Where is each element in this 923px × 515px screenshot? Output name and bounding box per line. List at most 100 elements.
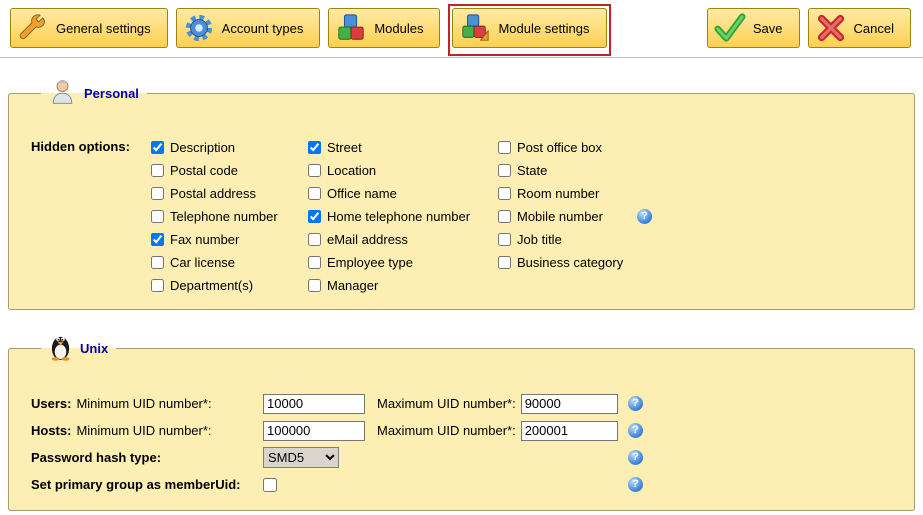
- option-checkbox[interactable]: [498, 187, 511, 200]
- option-checkbox[interactable]: [151, 279, 164, 292]
- option-label: Department(s): [170, 278, 253, 293]
- option-checkbox[interactable]: [151, 187, 164, 200]
- wrench-icon: [17, 12, 49, 44]
- hosts-max-uid-label: Maximum UID number*:: [377, 423, 516, 438]
- checkbox-item[interactable]: Description: [151, 136, 308, 159]
- hidden-options-column-3: Post office box State Room number Mobile…: [498, 136, 652, 297]
- option-checkbox[interactable]: [498, 210, 511, 223]
- checkbox-item[interactable]: Telephone number: [151, 205, 308, 228]
- option-checkbox[interactable]: [498, 141, 511, 154]
- hidden-options-row: Hidden options: Description Postal code …: [31, 122, 894, 297]
- option-checkbox[interactable]: [308, 210, 321, 223]
- modules-button[interactable]: Modules: [328, 8, 440, 48]
- option-label: State: [517, 163, 547, 178]
- option-checkbox[interactable]: [498, 233, 511, 246]
- password-hash-label: Password hash type:: [31, 450, 161, 465]
- option-label: Employee type: [327, 255, 413, 270]
- general-settings-label: General settings: [56, 21, 151, 36]
- checkbox-item[interactable]: Street: [308, 136, 498, 159]
- option-label: Office name: [327, 186, 397, 201]
- help-icon[interactable]: ?: [628, 423, 643, 438]
- option-label: Manager: [327, 278, 378, 293]
- option-checkbox[interactable]: [151, 210, 164, 223]
- personal-section-title: Personal: [84, 86, 139, 101]
- member-uid-lead: Set primary group as memberUid:: [31, 477, 263, 492]
- option-label: Telephone number: [170, 209, 278, 224]
- member-uid-row: Set primary group as memberUid: ?: [31, 471, 643, 498]
- checkbox-item[interactable]: Business category: [498, 251, 652, 274]
- hosts-max-uid-input[interactable]: [521, 421, 618, 441]
- password-hash-lead: Password hash type:: [31, 450, 263, 465]
- option-checkbox[interactable]: [308, 141, 321, 154]
- password-hash-select[interactable]: SMD5: [263, 447, 339, 468]
- users-label: Users:: [31, 396, 71, 411]
- personal-section-legend: Personal: [41, 78, 147, 108]
- penguin-icon: [49, 332, 72, 364]
- unix-section-legend: Unix: [41, 332, 116, 364]
- option-label: Location: [327, 163, 376, 178]
- checkbox-item[interactable]: Mobile number ?: [498, 205, 652, 228]
- checkbox-item[interactable]: eMail address: [308, 228, 498, 251]
- option-checkbox[interactable]: [308, 233, 321, 246]
- users-max-uid-input[interactable]: [521, 394, 618, 414]
- member-uid-label: Set primary group as memberUid:: [31, 477, 241, 492]
- option-checkbox[interactable]: [151, 141, 164, 154]
- option-checkbox[interactable]: [151, 233, 164, 246]
- cubes-icon: [335, 12, 367, 44]
- checkbox-item[interactable]: Car license: [151, 251, 308, 274]
- option-label: Postal code: [170, 163, 238, 178]
- save-label: Save: [753, 21, 783, 36]
- cubes-settings-icon: [459, 12, 491, 44]
- account-types-label: Account types: [222, 21, 304, 36]
- checkmark-icon: [714, 12, 746, 44]
- option-label: Business category: [517, 255, 623, 270]
- cross-icon: [815, 12, 847, 44]
- users-uid-row: Users:Minimum UID number*: Maximum UID n…: [31, 390, 643, 417]
- help-icon[interactable]: ?: [628, 450, 643, 465]
- checkbox-item[interactable]: Job title: [498, 228, 652, 251]
- member-uid-checkbox[interactable]: [263, 478, 277, 492]
- modules-label: Modules: [374, 21, 423, 36]
- option-checkbox[interactable]: [308, 164, 321, 177]
- option-checkbox[interactable]: [498, 256, 511, 269]
- checkbox-item[interactable]: Employee type: [308, 251, 498, 274]
- checkbox-item[interactable]: Office name: [308, 182, 498, 205]
- hosts-uid-lead: Hosts:Minimum UID number*:: [31, 423, 263, 438]
- help-icon[interactable]: ?: [628, 477, 643, 492]
- option-checkbox[interactable]: [151, 256, 164, 269]
- option-checkbox[interactable]: [151, 164, 164, 177]
- checkbox-item[interactable]: Postal address: [151, 182, 308, 205]
- cancel-button[interactable]: Cancel: [808, 8, 911, 48]
- account-types-button[interactable]: Account types: [176, 8, 321, 48]
- option-label: eMail address: [327, 232, 408, 247]
- option-checkbox[interactable]: [308, 187, 321, 200]
- option-label: Car license: [170, 255, 235, 270]
- checkbox-item[interactable]: Home telephone number: [308, 205, 498, 228]
- users-min-uid-input[interactable]: [263, 394, 365, 414]
- save-button[interactable]: Save: [707, 8, 800, 48]
- option-label: Home telephone number: [327, 209, 470, 224]
- option-label: Room number: [517, 186, 599, 201]
- checkbox-item[interactable]: Fax number: [151, 228, 308, 251]
- unix-section-title: Unix: [80, 341, 108, 356]
- checkbox-item[interactable]: Post office box: [498, 136, 652, 159]
- help-icon[interactable]: ?: [628, 396, 643, 411]
- checkbox-item[interactable]: Postal code: [151, 159, 308, 182]
- option-checkbox[interactable]: [308, 279, 321, 292]
- general-settings-button[interactable]: General settings: [10, 8, 168, 48]
- hidden-options-column-2: Street Location Office name Home telepho…: [308, 136, 498, 297]
- checkbox-item[interactable]: Manager: [308, 274, 498, 297]
- checkbox-item[interactable]: Location: [308, 159, 498, 182]
- option-label: Description: [170, 140, 235, 155]
- hosts-label: Hosts:: [31, 423, 71, 438]
- help-icon[interactable]: ?: [637, 209, 652, 224]
- option-checkbox[interactable]: [308, 256, 321, 269]
- checkbox-item[interactable]: State: [498, 159, 652, 182]
- hidden-options-column-1: Description Postal code Postal address T…: [151, 136, 308, 297]
- module-settings-button[interactable]: Module settings: [452, 8, 606, 48]
- hosts-min-uid-input[interactable]: [263, 421, 365, 441]
- option-checkbox[interactable]: [498, 164, 511, 177]
- checkbox-item[interactable]: Department(s): [151, 274, 308, 297]
- toolbar: General settings Account types Modules: [0, 0, 923, 58]
- checkbox-item[interactable]: Room number: [498, 182, 652, 205]
